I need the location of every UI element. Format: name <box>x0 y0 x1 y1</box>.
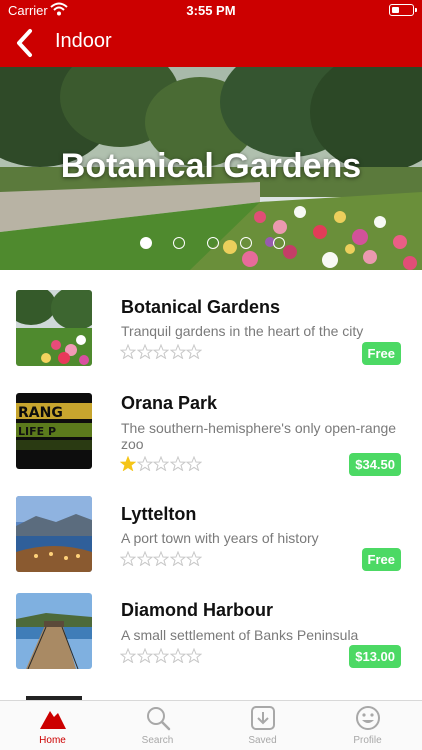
carousel-dot[interactable] <box>206 237 219 249</box>
tab-label: Saved <box>248 735 277 746</box>
star-empty-icon <box>153 648 169 663</box>
star-empty-icon <box>186 551 202 566</box>
list-item[interactable] <box>0 675 422 700</box>
tab-profile[interactable]: Profile <box>315 701 420 750</box>
star-empty-icon <box>169 344 186 359</box>
star-empty-icon <box>186 648 202 663</box>
price-badge: $34.50 <box>349 453 401 476</box>
tab-search[interactable]: Search <box>105 701 210 750</box>
star-empty-icon <box>186 456 202 471</box>
star-empty-icon <box>169 648 186 663</box>
star-empty-icon <box>136 456 153 471</box>
place-thumbnail: RANG LIFE P <box>16 393 92 469</box>
carousel-dot[interactable] <box>140 237 152 249</box>
battery-icon <box>389 4 417 16</box>
tab-bar: Home Search Saved Profile <box>0 700 422 750</box>
page-title: Indoor <box>55 30 112 52</box>
place-thumbnail <box>16 496 92 572</box>
mountain-icon <box>40 711 66 729</box>
place-name: Lyttelton <box>121 504 197 524</box>
place-thumbnail <box>16 692 92 700</box>
place-description: Tranquil gardens in the heart of the cit… <box>121 323 364 339</box>
smiley-icon <box>356 706 380 730</box>
star-empty-icon <box>136 551 153 566</box>
tab-home[interactable]: Home <box>0 701 105 750</box>
hero-carousel[interactable]: Botanical Gardens <box>0 67 422 270</box>
carousel-dot[interactable] <box>273 237 285 249</box>
search-icon <box>147 707 171 731</box>
star-empty-icon <box>153 344 169 359</box>
place-thumbnail <box>16 593 92 669</box>
tab-label: Profile <box>353 735 382 746</box>
star-filled-icon <box>120 456 136 471</box>
star-empty-icon <box>169 551 186 566</box>
price-badge: $13.00 <box>349 645 401 668</box>
place-description: A small settlement of Banks Peninsula <box>121 627 359 643</box>
list-item[interactable]: Diamond Harbour A small settlement of Ba… <box>0 575 422 675</box>
star-empty-icon <box>120 648 136 663</box>
header: Carrier 3:55 PM Indoor <box>0 0 422 67</box>
star-empty-icon <box>153 456 169 471</box>
tab-label: Search <box>141 735 174 746</box>
star-empty-icon <box>169 456 186 471</box>
place-description: A port town with years of history <box>121 530 319 546</box>
place-thumbnail <box>16 290 92 366</box>
list-item[interactable]: Botanical Gardens Tranquil gardens in th… <box>0 270 422 370</box>
star-rating <box>120 551 203 566</box>
svg-text:RANG: RANG <box>18 405 63 421</box>
download-icon <box>251 706 275 730</box>
back-button[interactable] <box>12 28 38 58</box>
star-rating <box>120 344 203 359</box>
place-name: Botanical Gardens <box>121 297 281 317</box>
place-description: The southern-hemisphere's only open-rang… <box>121 420 397 452</box>
list-item[interactable]: RANG LIFE P Orana Park The southern-hemi… <box>0 370 422 476</box>
nav-bar: Indoor <box>0 22 422 67</box>
svg-text:LIFE P: LIFE P <box>18 425 56 438</box>
star-empty-icon <box>136 648 153 663</box>
place-name: Orana Park <box>121 393 218 413</box>
star-empty-icon <box>136 344 153 359</box>
places-list: Botanical Gardens Tranquil gardens in th… <box>0 270 422 700</box>
star-rating <box>120 648 203 663</box>
list-item[interactable]: Lyttelton A port town with years of hist… <box>0 475 422 575</box>
tab-label: Home <box>39 735 66 746</box>
star-empty-icon <box>120 344 136 359</box>
price-badge: Free <box>361 342 401 365</box>
place-name: Diamond Harbour <box>121 600 274 620</box>
status-bar: Carrier 3:55 PM <box>0 0 422 22</box>
carousel-dot[interactable] <box>239 237 252 249</box>
star-empty-icon <box>153 551 169 566</box>
carousel-dots <box>140 237 285 251</box>
star-empty-icon <box>186 344 202 359</box>
tab-saved[interactable]: Saved <box>210 701 315 750</box>
price-badge: Free <box>361 548 401 571</box>
clock: 3:55 PM <box>186 3 236 18</box>
star-rating <box>120 456 203 471</box>
star-empty-icon <box>120 551 136 566</box>
carousel-dot[interactable] <box>173 237 186 249</box>
hero-title: Botanical Gardens <box>60 147 362 185</box>
